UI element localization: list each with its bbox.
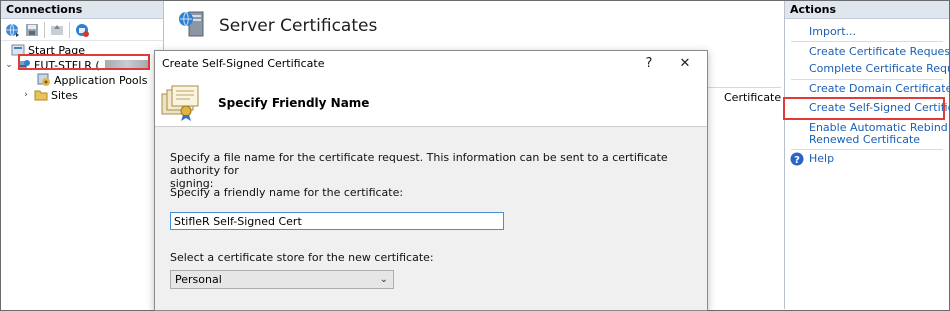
collapse-arrow-icon[interactable]: ⌄: [4, 60, 14, 70]
save-icon[interactable]: [24, 22, 40, 38]
page-title: Server Certificates: [219, 15, 378, 36]
application-pools-icon: [37, 73, 51, 87]
certificate-store-select[interactable]: Personal ⌄: [170, 270, 394, 289]
certificate-store-label: Select a certificate store for the new c…: [170, 251, 434, 264]
action-separator: [791, 41, 943, 42]
create-self-signed-certificate-dialog: Create Self-Signed Certificate ? ✕ Speci…: [154, 50, 708, 311]
action-label-line: Renewed Certificate: [809, 133, 921, 146]
center-title: Server Certificates: [177, 9, 377, 42]
action-separator: [791, 149, 943, 150]
action-complete-certificate-request[interactable]: Complete Certificate Request...: [809, 63, 950, 75]
connections-header: Connections: [1, 1, 163, 19]
description-text: Specify a file name for the certificate …: [170, 151, 707, 190]
tree-item-sites[interactable]: › Sites: [21, 87, 78, 103]
start-page-icon: [11, 43, 25, 57]
sites-folder-icon: [34, 88, 48, 102]
action-create-certificate-request[interactable]: Create Certificate Request...: [809, 46, 950, 58]
certificate-store-value: Personal: [175, 273, 222, 286]
dialog-header-title: Specify Friendly Name: [218, 96, 370, 110]
expand-arrow-icon[interactable]: ›: [21, 90, 31, 100]
tree-item-label: Sites: [51, 88, 78, 102]
description-line: Specify a file name for the certificate …: [170, 151, 668, 177]
tree-item-start-page[interactable]: Start Page: [11, 42, 85, 58]
dialog-header: Specify Friendly Name: [155, 75, 707, 127]
server-connect-icon[interactable]: [74, 22, 90, 38]
action-help[interactable]: Help: [809, 153, 834, 165]
toolbar-separator: [69, 21, 70, 38]
tree-item-label: Start Page: [28, 43, 85, 57]
connections-pane: Connections Start Page ⌄ FUT-STFLR (App…: [1, 1, 164, 309]
up-level-icon[interactable]: [49, 22, 65, 38]
redacted-text: [104, 60, 149, 70]
connect-globe-icon[interactable]: [4, 22, 20, 38]
chevron-down-icon: ⌄: [379, 274, 388, 285]
help-button[interactable]: ?: [639, 54, 659, 72]
friendly-name-input[interactable]: StifleR Self-Signed Cert: [170, 212, 504, 230]
action-separator: [791, 79, 943, 80]
toolbar-separator: [44, 21, 45, 38]
svg-text:?: ?: [794, 155, 800, 166]
action-create-domain-certificate[interactable]: Create Domain Certificate...: [809, 83, 950, 95]
connections-toolbar: [1, 19, 163, 41]
certificate-icon: [160, 84, 202, 125]
actions-pane: Actions Import... Create Certificate Req…: [784, 1, 950, 309]
friendly-name-label: Specify a friendly name for the certific…: [170, 186, 404, 199]
actions-header: Actions: [785, 1, 949, 19]
column-header-certificate[interactable]: Certificate: [724, 91, 781, 104]
help-icon: ?: [790, 152, 804, 169]
server-certificates-icon: [177, 9, 207, 42]
dialog-titlebar: Create Self-Signed Certificate ? ✕: [155, 51, 707, 75]
action-enable-automatic-rebind[interactable]: Enable Automatic Rebind of Renewed Certi…: [809, 122, 950, 146]
tree-item-label: FUT-STFLR (: [34, 58, 100, 72]
action-create-self-signed-certificate[interactable]: Create Self-Signed Certificate...: [809, 102, 950, 114]
action-import[interactable]: Import...: [809, 26, 856, 38]
dialog-title: Create Self-Signed Certificate: [162, 56, 325, 70]
tree-item-label: Application Pools: [54, 73, 148, 87]
server-icon: [17, 58, 31, 72]
tree-item-server[interactable]: ⌄ FUT-STFLR (: [4, 57, 149, 73]
action-separator: [791, 98, 943, 99]
close-button[interactable]: ✕: [675, 54, 695, 72]
tree-item-application-pools[interactable]: Application Pools: [37, 72, 147, 88]
